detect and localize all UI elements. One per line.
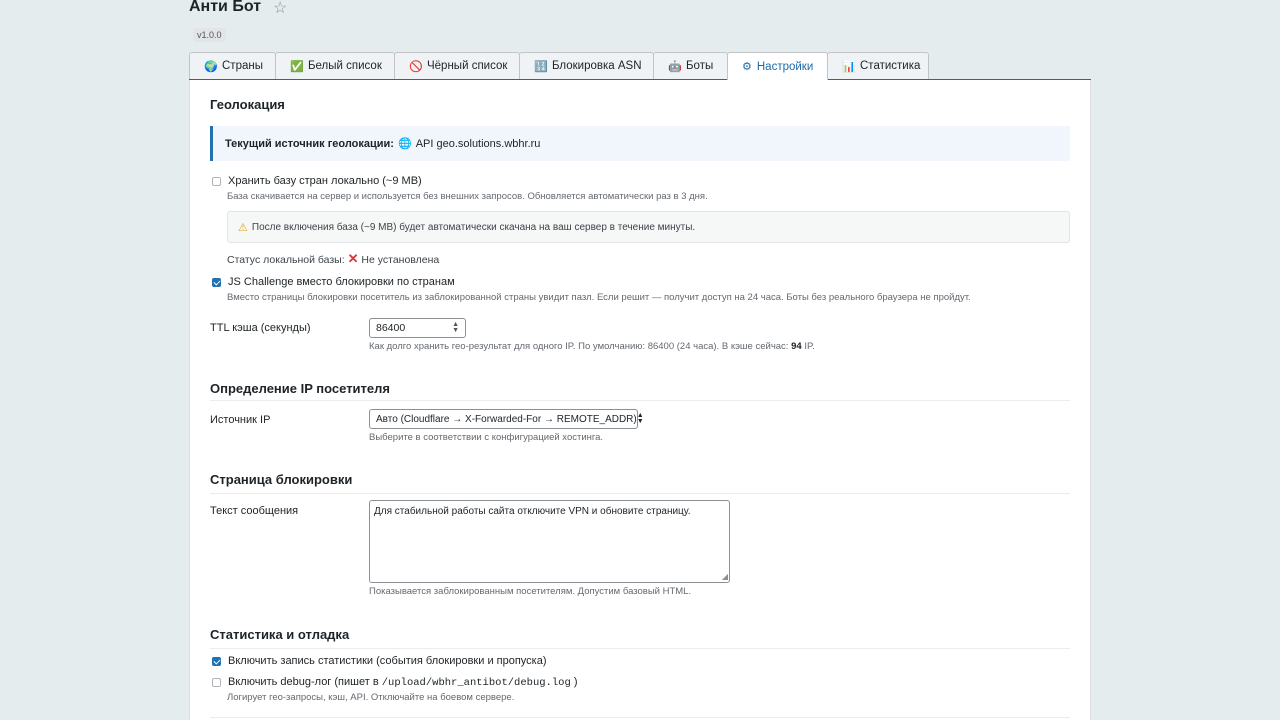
status-label: Статус локальной базы:: [227, 254, 345, 266]
version-badge: v1.0.0: [193, 28, 226, 42]
debug-checkbox[interactable]: [212, 678, 221, 687]
tab-label: Блокировка ASN: [552, 60, 642, 72]
stepper-icon[interactable]: ▲ ▼: [452, 321, 459, 334]
settings-panel: Геолокация Текущий источник геолокации: …: [189, 80, 1091, 720]
local-db-checkbox[interactable]: [212, 177, 221, 186]
bar-chart-icon: 📊: [842, 60, 856, 73]
tab-bar: 🌍 Страны ✅ Белый список 🚫 Чёрный список …: [189, 52, 1091, 80]
message-textarea[interactable]: Для стабильной работы сайта отключите VP…: [369, 500, 730, 583]
stats-label: Включить запись статистики (события блок…: [228, 655, 547, 667]
status-value: Не установлена: [361, 254, 440, 266]
section-title-block-page: Страница блокировки: [210, 472, 353, 487]
tab-label: Белый список: [308, 60, 382, 72]
ttl-label: TTL кэша (секунды): [210, 322, 311, 334]
tab-bots[interactable]: 🤖 Боты: [653, 52, 728, 79]
tab-label: Страны: [222, 60, 263, 72]
tab-label: Настройки: [756, 60, 814, 73]
ttl-value: 86400: [376, 322, 406, 334]
divider: [210, 400, 1070, 401]
tab-countries[interactable]: 🌍 Страны: [189, 52, 276, 79]
tab-blacklist[interactable]: 🚫 Чёрный список: [394, 52, 520, 79]
check-icon: ✅: [290, 60, 304, 73]
resize-handle-icon[interactable]: ◢: [722, 572, 728, 581]
ip-source-value: Авто (Cloudflare → X-Forwarded-For → REM…: [376, 413, 637, 425]
local-db-label: Хранить базу стран локально (~9 MB): [228, 175, 422, 187]
debug-label: Включить debug-лог (пишет в /upload/wbhr…: [228, 676, 578, 689]
ip-source-hint: Выберите в соответствии с конфигурацией …: [369, 432, 604, 443]
section-title-stats: Статистика и отладка: [210, 627, 350, 642]
local-db-hint: База скачивается на сервер и используетс…: [227, 191, 708, 202]
tab-asn-block[interactable]: 🔢 Блокировка ASN: [519, 52, 654, 79]
message-value: Для стабильной работы сайта отключите VP…: [374, 506, 691, 517]
divider: [210, 493, 1070, 494]
tab-label: Чёрный список: [427, 60, 508, 72]
ip-source-select[interactable]: Авто (Cloudflare → X-Forwarded-For → REM…: [369, 409, 644, 429]
ttl-cache-count: 94: [791, 341, 802, 352]
ttl-hint: Как долго хранить гео-результат для одно…: [369, 341, 815, 352]
stats-checkbox[interactable]: [212, 657, 221, 666]
geo-source-value: API geo.solutions.wbhr.ru: [415, 137, 541, 150]
debug-label-suffix: ): [573, 676, 578, 688]
globe-icon: 🌐: [397, 138, 412, 150]
divider: [210, 717, 1070, 718]
ip-source-label: Источник IP: [210, 414, 271, 426]
geo-source-notice: Текущий источник геолокации: 🌐 API geo.s…: [210, 126, 1070, 161]
ttl-input[interactable]: 86400 ▲ ▼: [369, 318, 466, 338]
js-challenge-checkbox[interactable]: [212, 278, 221, 287]
message-label: Текст сообщения: [210, 505, 299, 517]
tab-label: Боты: [686, 60, 714, 72]
gear-icon: ⚙: [742, 61, 752, 73]
ttl-hint-suffix: IP.: [804, 341, 815, 352]
js-challenge-hint: Вместо страницы блокировки посетитель из…: [227, 292, 971, 303]
ttl-hint-text: Как долго хранить гео-результат для одно…: [369, 341, 789, 352]
cross-icon: ✕: [347, 251, 359, 266]
divider: [210, 648, 1070, 649]
debug-label-text: Включить debug-лог (пишет в: [228, 676, 379, 688]
tab-whitelist[interactable]: ✅ Белый список: [275, 52, 395, 79]
section-title-ip: Определение IP посетителя: [210, 381, 390, 396]
prohibited-icon: 🚫: [409, 60, 423, 73]
tab-label: Статистика: [860, 60, 921, 72]
js-challenge-label: JS Challenge вместо блокировки по страна…: [228, 276, 455, 288]
globe-icon: 🌍: [204, 60, 218, 73]
star-icon[interactable]: ☆: [273, 0, 287, 18]
robot-icon: 🤖: [668, 60, 682, 73]
warning-icon: ⚠: [238, 221, 248, 234]
local-db-status: Статус локальной базы: ✕ Не установлена: [227, 251, 439, 267]
debug-hint: Логирует гео-запросы, кэш, API. Отключай…: [227, 692, 515, 703]
debug-path: /upload/wbhr_antibot/debug.log: [381, 677, 571, 689]
tab-settings[interactable]: ⚙ Настройки: [727, 52, 828, 80]
local-db-warning: ⚠ После включения база (~9 MB) будет авт…: [227, 211, 1070, 243]
warning-text: После включения база (~9 MB) будет автом…: [251, 221, 696, 233]
section-title-geolocation: Геолокация: [210, 97, 285, 112]
tab-statistics[interactable]: 📊 Статистика: [827, 52, 929, 79]
chevron-updown-icon: ▲ ▼: [636, 412, 644, 425]
page-title: Анти Бот: [189, 0, 262, 15]
geo-source-label: Текущий источник геолокации:: [225, 137, 394, 150]
numbers-icon: 🔢: [534, 60, 548, 73]
message-hint: Показывается заблокированным посетителям…: [369, 586, 692, 597]
